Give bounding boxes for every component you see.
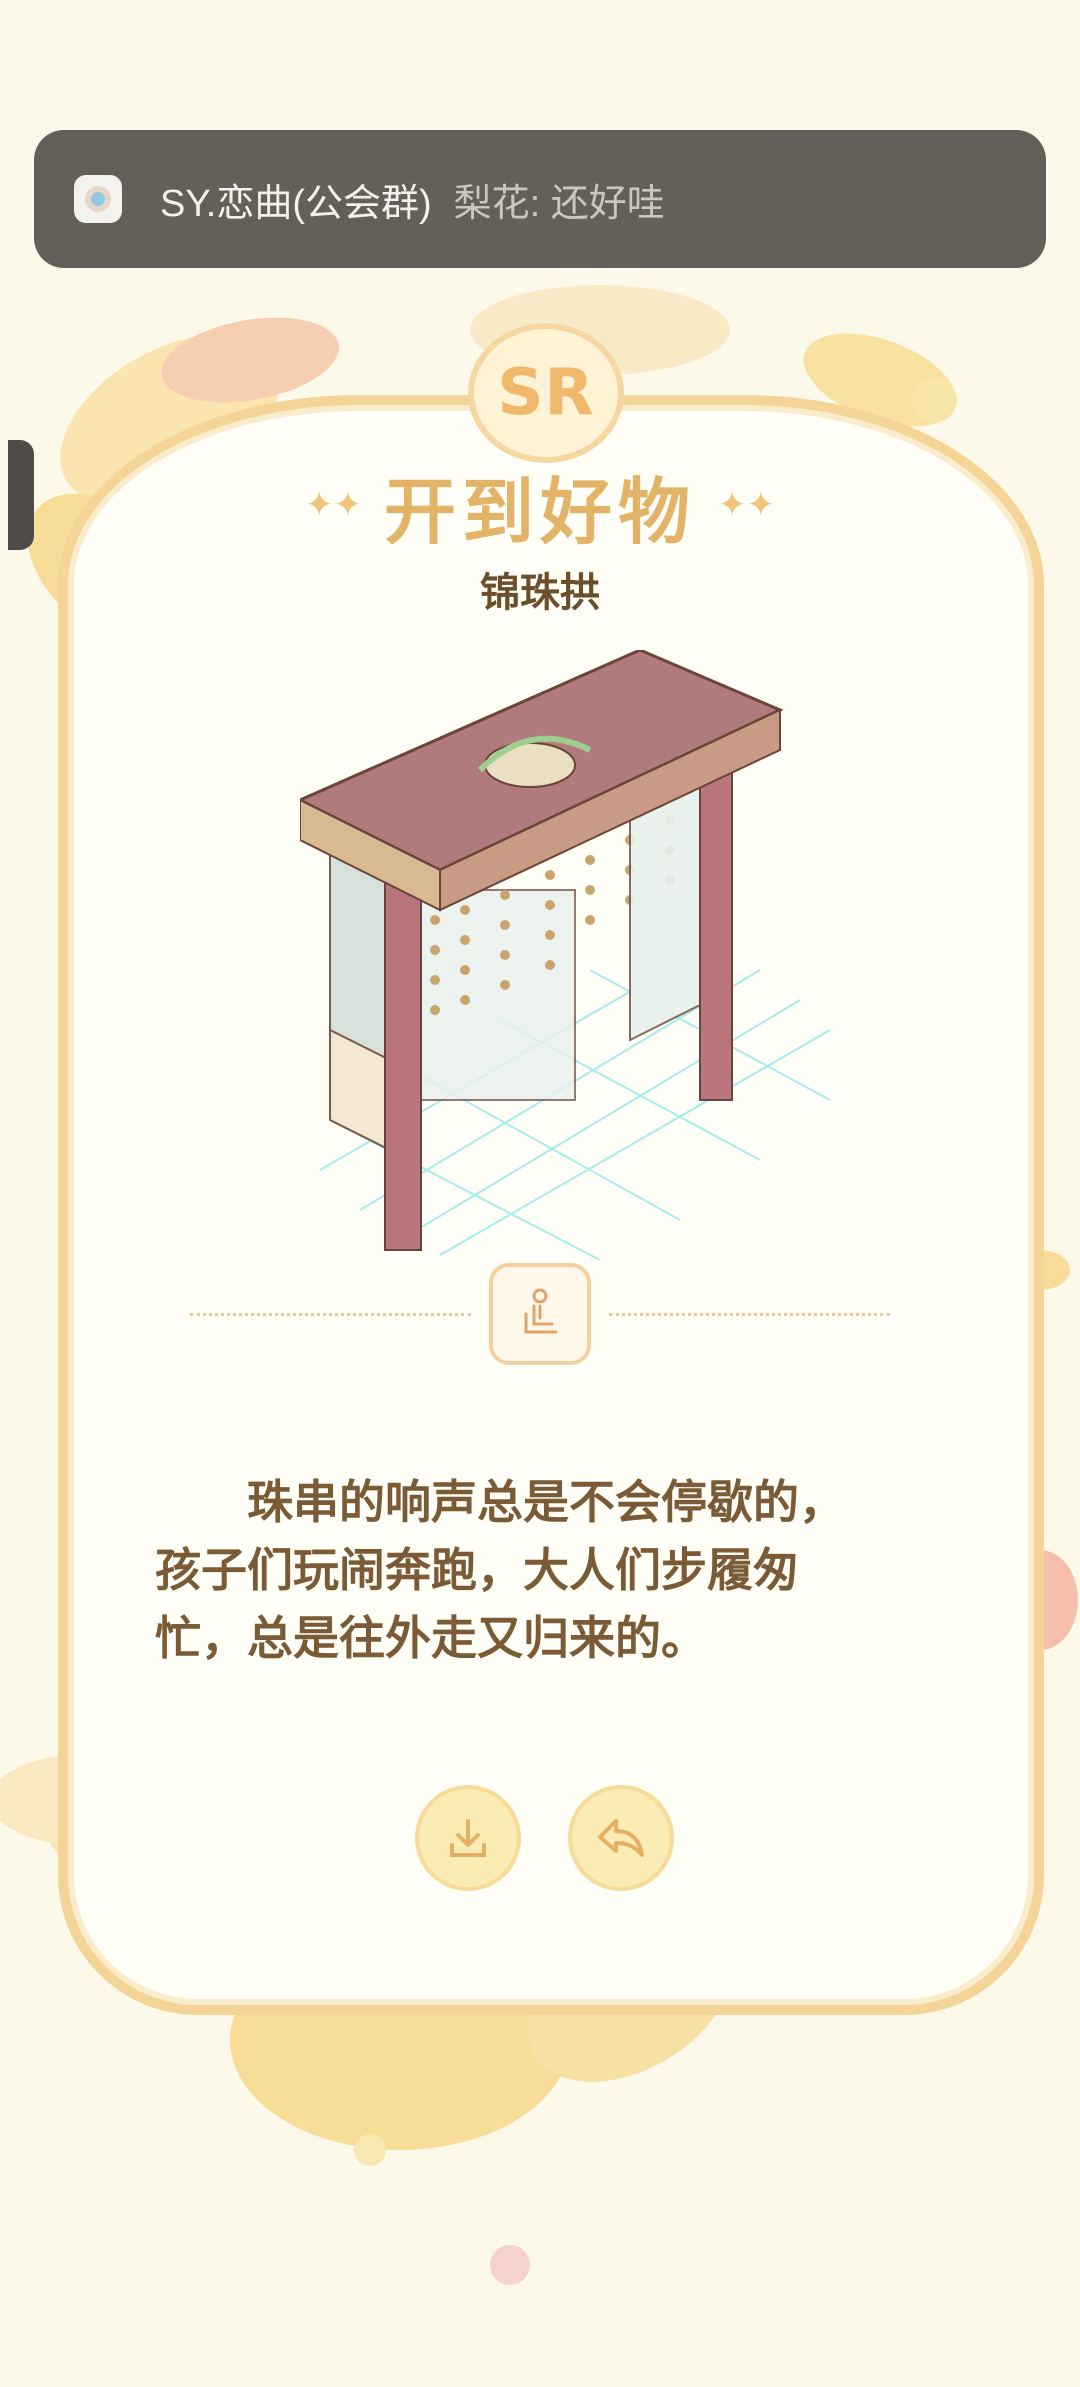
divider	[190, 1263, 890, 1365]
description-text: 珠串的响声总是不会停歇的， 孩子们玩闹奔跑，大人们步履匆 忙，总是往外走又归来的…	[155, 1475, 845, 1665]
sit-icon	[489, 1263, 591, 1365]
chat-app-icon	[74, 175, 122, 223]
item-description: 珠串的响声总是不会停歇的， 孩子们玩闹奔跑，大人们步履匆 忙，总是往外走又归来的…	[155, 1400, 925, 1740]
divider-line	[609, 1312, 890, 1316]
notification-message: 梨花: 还好哇	[453, 182, 665, 225]
divider-line	[190, 1312, 471, 1316]
rarity-badge: SR	[468, 323, 624, 463]
title-row: ✦✦ 开到好物 ✦✦	[0, 455, 1080, 555]
download-icon	[450, 1819, 486, 1857]
item-name: 锦珠拱	[480, 570, 600, 616]
sparkle-icon: ✦✦	[305, 485, 362, 525]
share-icon	[598, 1819, 644, 1857]
sparkle-icon: ✦✦	[718, 485, 775, 525]
bead-arch-illustration	[300, 650, 831, 1260]
rarity-label: SR	[497, 356, 595, 430]
notification-banner[interactable]: SY.恋曲(公会群) 梨花: 还好哇	[34, 130, 1046, 268]
notification-group-name: SY.恋曲(公会群)	[160, 182, 432, 225]
side-panel-handle[interactable]	[8, 440, 34, 550]
reward-title: 开到好物	[383, 469, 696, 554]
download-button[interactable]	[415, 1785, 521, 1891]
share-button[interactable]	[568, 1785, 674, 1891]
